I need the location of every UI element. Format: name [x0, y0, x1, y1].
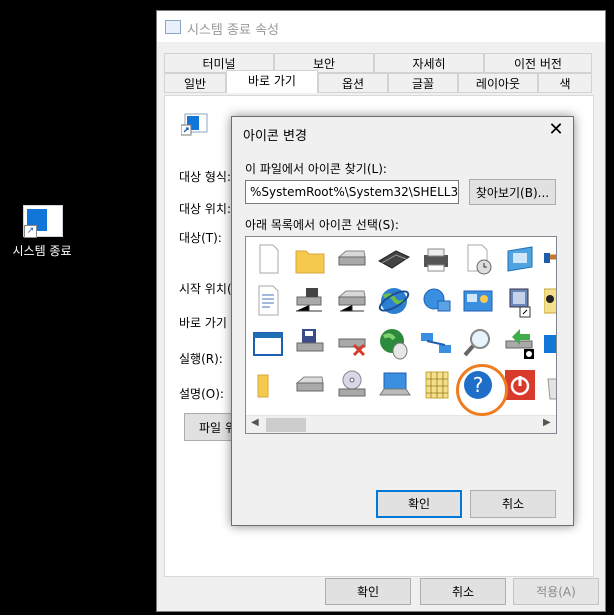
folder-open-icon[interactable]	[250, 367, 286, 403]
close-icon[interactable]: ✕	[547, 121, 565, 139]
label-target-location: 대상 위치:	[179, 202, 232, 216]
hard-drive-icon[interactable]	[334, 241, 370, 277]
tab-previous-versions[interactable]: 이전 버전	[484, 53, 592, 73]
tab-font[interactable]: 글꼴	[388, 73, 458, 93]
window-icon	[165, 20, 181, 34]
desktop-shortcut-label: 시스템 종료	[12, 244, 72, 258]
key-document-icon[interactable]	[543, 283, 556, 319]
icon-list[interactable]: ? ◀ ▶	[245, 236, 557, 434]
server-drive-icon[interactable]	[334, 283, 370, 319]
props-apply-button[interactable]: 적용(A)	[513, 578, 599, 605]
magnifier-icon[interactable]	[460, 325, 496, 361]
blank-window-icon[interactable]	[250, 325, 286, 361]
globe-mouse-icon[interactable]	[376, 325, 412, 361]
scheduled-document-icon[interactable]	[460, 241, 496, 277]
dialog-title: 아이콘 변경	[243, 129, 307, 144]
dialog-cancel-button[interactable]: 취소	[470, 490, 556, 518]
blue-window-icon[interactable]	[544, 325, 556, 361]
blank-document-icon[interactable]	[250, 241, 286, 277]
dialog-ok-button[interactable]: 확인	[376, 490, 462, 518]
folder-icon[interactable]	[292, 241, 328, 277]
icon-file-path-input[interactable]: %SystemRoot%\System32\SHELL32.dll	[245, 180, 459, 204]
scrollbar-thumb[interactable]	[266, 418, 306, 432]
display-window-icon[interactable]	[502, 241, 538, 277]
label-target: 대상(T):	[179, 231, 222, 245]
drive-arrow-icon[interactable]	[502, 325, 538, 361]
props-ok-button[interactable]: 확인	[325, 578, 411, 605]
handshake-icon[interactable]	[544, 241, 556, 277]
shortcut-app-icon	[180, 113, 209, 137]
tab-options[interactable]: 옵션	[318, 73, 388, 93]
printer-icon[interactable]	[418, 241, 454, 277]
cd-drive-icon[interactable]	[334, 367, 370, 403]
label-run: 실행(R):	[179, 352, 223, 366]
grid-document-icon[interactable]	[418, 367, 454, 403]
disconnected-drive-icon[interactable]	[334, 325, 370, 361]
network-connections-icon[interactable]	[418, 325, 454, 361]
memory-chip-icon[interactable]	[376, 241, 412, 277]
tab-details[interactable]: 자세히	[374, 53, 484, 73]
text-document-icon[interactable]	[250, 283, 286, 319]
monitor-icon: ↗	[23, 205, 63, 238]
tab-layout[interactable]: 레이아웃	[458, 73, 538, 93]
properties-title: 시스템 종료 속성	[187, 23, 279, 38]
label-shortcut-key: 바로 가기	[179, 316, 227, 330]
browse-button[interactable]: 찾아보기(B)...	[469, 179, 556, 205]
laptop-icon[interactable]	[376, 367, 412, 403]
label-start-in: 시작 위치(	[179, 282, 232, 296]
scroll-left-icon[interactable]: ◀	[251, 417, 259, 428]
select-icon-label: 아래 목록에서 아이콘 선택(S):	[245, 218, 399, 232]
icon-list-scrollbar[interactable]: ◀ ▶	[246, 415, 556, 433]
change-icon-dialog: 아이콘 변경 ✕ 이 파일에서 아이콘 찾기(L): %SystemRoot%\…	[231, 116, 574, 526]
props-cancel-button[interactable]: 취소	[420, 578, 506, 605]
network-globe-icon[interactable]	[418, 283, 454, 319]
tab-general[interactable]: 일반	[164, 73, 226, 93]
label-target-type: 대상 형식:	[179, 170, 232, 184]
internet-globe-icon[interactable]	[376, 283, 412, 319]
save-drive-icon[interactable]	[292, 325, 328, 361]
look-for-icons-label: 이 파일에서 아이콘 찾기(L):	[245, 162, 387, 176]
selection-highlight-circle	[456, 364, 508, 416]
properties-titlebar: 시스템 종료 속성	[157, 11, 605, 42]
network-drive-icon[interactable]	[292, 283, 328, 319]
shortcut-media-icon[interactable]	[502, 283, 538, 319]
removable-drive-icon[interactable]	[292, 367, 328, 403]
scroll-right-icon[interactable]: ▶	[543, 417, 551, 428]
presentation-screen-icon[interactable]	[460, 283, 496, 319]
tab-shortcut[interactable]: 바로 가기	[226, 70, 318, 93]
tab-colors[interactable]: 색	[538, 73, 592, 93]
recycle-bin-icon[interactable]	[544, 367, 556, 403]
label-comment: 설명(O):	[179, 387, 224, 401]
